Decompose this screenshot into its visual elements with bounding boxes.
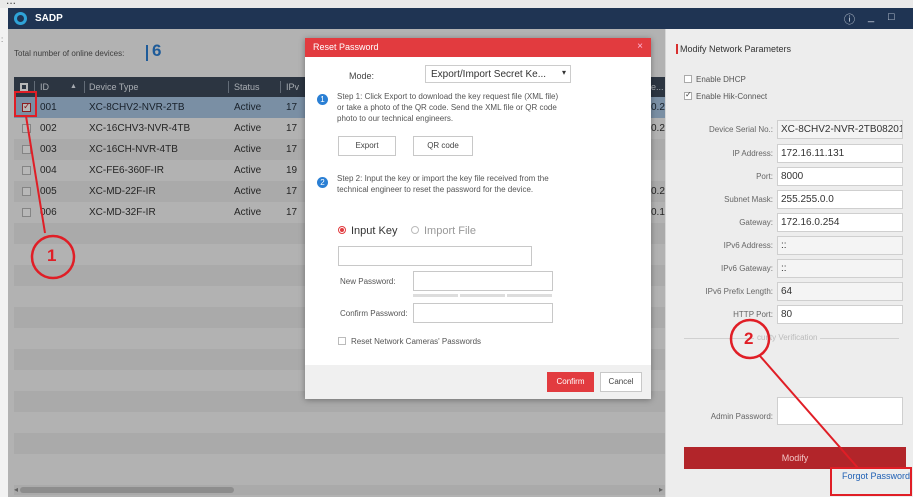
step-1-text: Step 1: Click Export to download the key… <box>337 92 559 123</box>
dhcp-label: Enable DHCP <box>696 75 746 84</box>
confirm-password-label: Confirm Password: <box>340 309 408 318</box>
left-edge-text: : <box>1 35 4 44</box>
app-title: SADP <box>35 13 63 24</box>
port-field[interactable]: 8000 <box>777 167 903 186</box>
title-bar: SADP ⓘ _ □ <box>8 8 913 29</box>
import-file-radio[interactable]: Import File <box>411 225 476 237</box>
ip-label: IP Address: <box>732 149 773 158</box>
input-key-label: Input Key <box>351 225 398 237</box>
enable-hik-connect-option[interactable]: Enable Hik-Connect <box>684 90 768 101</box>
serial-field[interactable]: XC-8CHV2-NVR-2TB082015 <box>777 120 903 139</box>
hik-connect-checkbox[interactable] <box>684 90 692 100</box>
hik-connect-label: Enable Hik-Connect <box>696 92 768 101</box>
minimize-button[interactable]: _ <box>868 11 874 23</box>
new-password-input[interactable] <box>413 271 553 291</box>
mode-value: Export/Import Secret Ke... <box>431 69 547 80</box>
admin-password-field[interactable] <box>777 397 903 425</box>
strength-segment <box>460 294 505 297</box>
export-button[interactable]: Export <box>338 136 396 156</box>
ipv6-prefix-field[interactable]: 64 <box>777 282 903 301</box>
serial-label: Device Serial No.: <box>708 125 773 134</box>
ipv6-address-field[interactable]: :: <box>777 236 903 255</box>
ipv6-prefix-label: IPv6 Prefix Length: <box>705 287 773 296</box>
step-2-text: Step 2: Input the key or import the key … <box>337 174 549 194</box>
cancel-button[interactable]: Cancel <box>600 372 642 392</box>
qr-code-button[interactable]: QR code <box>413 136 473 156</box>
step-2-badge: 2 <box>317 177 328 188</box>
admin-password-label: Admin Password: <box>710 412 773 421</box>
chevron-down-icon: ▾ <box>561 68 566 77</box>
network-parameters-panel: Modify Network Parameters Enable DHCP En… <box>665 29 913 497</box>
ipv6-gateway-label: IPv6 Gateway: <box>720 264 773 273</box>
radio-unselected <box>411 226 419 234</box>
reset-cameras-checkbox[interactable] <box>338 337 346 345</box>
annotation-number-2: 2 <box>744 329 754 348</box>
reset-password-dialog: Reset Password × Mode: Export/Import Sec… <box>305 38 651 399</box>
strength-segment <box>413 294 458 297</box>
enable-dhcp-option[interactable]: Enable DHCP <box>684 75 746 84</box>
password-strength-bar <box>413 294 553 297</box>
annotation-number-1: 1 <box>47 246 57 265</box>
dialog-header: Reset Password × <box>305 38 651 57</box>
input-key-radio[interactable]: Input Key <box>338 225 397 237</box>
forgot-password-link[interactable]: Forgot Password <box>842 471 910 481</box>
section-accent <box>676 44 678 54</box>
gateway-label: Gateway: <box>739 218 773 227</box>
top-strip-text: ... <box>6 0 17 7</box>
http-port-field[interactable]: 80 <box>777 305 903 324</box>
radio-selected <box>338 226 346 234</box>
import-file-label: Import File <box>424 225 476 237</box>
panel-title: Modify Network Parameters <box>680 44 792 54</box>
info-icon[interactable]: ⓘ <box>844 11 855 27</box>
close-icon[interactable]: × <box>637 41 643 52</box>
gateway-field[interactable]: 172.16.0.254 <box>777 213 903 232</box>
top-strip: ... <box>0 0 913 8</box>
key-input[interactable] <box>338 246 532 266</box>
strength-segment <box>507 294 552 297</box>
port-label: Port: <box>756 172 773 181</box>
maximize-button[interactable]: □ <box>888 11 895 23</box>
mode-select[interactable]: Export/Import Secret Ke... ▾ <box>425 65 571 83</box>
mode-label: Mode: <box>349 71 375 81</box>
subnet-label: Subnet Mask: <box>724 195 773 204</box>
http-port-label: HTTP Port: <box>733 310 773 319</box>
confirm-button[interactable]: Confirm <box>547 372 594 392</box>
ipv6-gateway-field[interactable]: :: <box>777 259 903 278</box>
reset-cameras-label: Reset Network Cameras' Passwords <box>351 337 482 346</box>
step-1-badge: 1 <box>317 94 328 105</box>
sadp-logo-icon <box>14 12 27 25</box>
new-password-label: New Password: <box>340 277 396 286</box>
ipv6-address-label: IPv6 Address: <box>723 241 773 250</box>
ip-address-field[interactable]: 172.16.11.131 <box>777 144 903 163</box>
reset-cameras-option[interactable]: Reset Network Cameras' Passwords <box>338 337 481 346</box>
left-edge: : <box>0 8 8 497</box>
modify-button[interactable]: Modify <box>684 447 906 469</box>
dhcp-checkbox[interactable] <box>684 75 692 83</box>
dialog-title: Reset Password <box>313 42 379 52</box>
security-verification-label: curity Verification <box>754 333 821 342</box>
confirm-password-input[interactable] <box>413 303 553 323</box>
subnet-mask-field[interactable]: 255.255.0.0 <box>777 190 903 209</box>
